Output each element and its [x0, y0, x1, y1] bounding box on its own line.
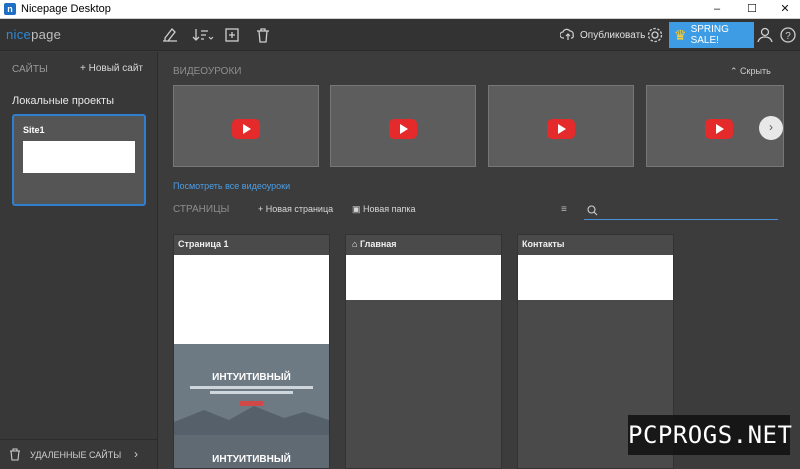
site-name: Site1: [23, 125, 45, 135]
play-icon: [389, 119, 417, 139]
hero-subtext: [210, 391, 293, 394]
pages-bar: СТРАНИЦЫ + Новая страница ▣ Новая папка …: [159, 202, 800, 222]
help-icon[interactable]: ?: [779, 26, 797, 44]
page-thumbnail: [518, 255, 673, 300]
site-thumbnail: [23, 141, 135, 173]
close-button[interactable]: ✕: [770, 0, 800, 19]
play-icon: [232, 119, 260, 139]
publish-label: Опубликовать: [580, 29, 646, 41]
site-card[interactable]: Site1: [12, 114, 146, 206]
videos-header: ВИДЕОУРОКИ: [173, 66, 242, 77]
watermark: PCPROGS.NET: [628, 415, 792, 455]
minimize-button[interactable]: –: [702, 0, 732, 19]
title-bar: n Nicepage Desktop – ☐ ✕: [0, 0, 800, 19]
search-icon: [587, 205, 598, 219]
add-page-icon[interactable]: [223, 26, 241, 44]
play-icon: [547, 119, 575, 139]
window-title: Nicepage Desktop: [21, 3, 111, 15]
maximize-button[interactable]: ☐: [737, 0, 767, 19]
new-site-button[interactable]: + Новый сайт: [80, 63, 143, 74]
folder-icon: ▣: [352, 204, 361, 214]
page-card[interactable]: ⌂ Главная: [345, 234, 502, 469]
pages-header: СТРАНИЦЫ: [173, 204, 230, 215]
local-projects-header: Локальные проекты: [12, 95, 115, 107]
hero-section: ИНТУИТИВНЫЙ: [174, 344, 329, 435]
hide-videos-button[interactable]: ⌃ Скрыть: [730, 66, 771, 77]
deleted-sites-label: УДАЛЕННЫЕ САЙТЫ: [30, 450, 122, 460]
search-input[interactable]: [584, 202, 778, 220]
svg-text:?: ?: [785, 31, 791, 42]
page-thumbnail: ИНТУИТИВНЫЙ ИНТУИТИВНЫЙ: [174, 255, 329, 468]
crown-icon: ♛: [674, 26, 687, 43]
page-thumbnail: [346, 255, 501, 300]
app-icon: n: [4, 3, 16, 15]
video-thumbnail[interactable]: [330, 85, 476, 167]
user-icon[interactable]: [756, 26, 774, 44]
trash-icon: [9, 448, 21, 464]
chevron-right-icon: ›: [134, 447, 138, 461]
all-videos-link[interactable]: Посмотреть все видеоуроки: [173, 181, 290, 191]
page-title: Контакты: [522, 239, 565, 249]
page-title: Страница 1: [178, 239, 229, 249]
new-page-button[interactable]: + Новая страница: [258, 204, 333, 214]
page-title-text: Главная: [359, 239, 397, 249]
sidebar: САЙТЫ + Новый сайт Локальные проекты Sit…: [0, 52, 158, 469]
sale-label: SPRING SALE!: [690, 24, 729, 46]
spring-sale-button[interactable]: ♛ SPRING SALE!: [669, 22, 754, 48]
hero-heading: ИНТУИТИВНЫЙ: [212, 454, 291, 465]
sites-header: САЙТЫ: [12, 64, 48, 75]
hero-section: ИНТУИТИВНЫЙ: [174, 435, 329, 468]
logo-suffix: page: [31, 27, 62, 42]
gear-icon[interactable]: [646, 26, 664, 44]
paint-brush-icon[interactable]: [161, 26, 179, 44]
video-thumbnail[interactable]: [173, 85, 319, 167]
new-folder-label: Новая папка: [363, 204, 416, 214]
sort-icon[interactable]: [192, 26, 214, 44]
deleted-sites-button[interactable]: УДАЛЕННЫЕ САЙТЫ ›: [0, 439, 158, 469]
page-card[interactable]: Страница 1 ИНТУИТИВНЫЙ ИНТУИТИВНЫЙ: [173, 234, 330, 469]
hero-subtext: [190, 386, 313, 389]
page-title: ⌂ Главная: [352, 239, 397, 249]
play-icon: [705, 119, 733, 139]
cloud-upload-icon: [559, 27, 576, 44]
video-thumbnail[interactable]: [488, 85, 634, 167]
trash-icon[interactable]: [254, 26, 272, 44]
publish-button[interactable]: Опубликовать: [559, 26, 646, 44]
main-content: ВИДЕОУРОКИ ⌃ Скрыть › Посмотреть все вид…: [159, 52, 800, 469]
home-icon: ⌂: [352, 239, 358, 249]
logo-main: nice: [6, 27, 32, 42]
new-folder-button[interactable]: ▣ Новая папка: [352, 204, 416, 215]
sort-icon[interactable]: ≡: [561, 204, 567, 215]
hero-heading: ИНТУИТИВНЫЙ: [212, 372, 291, 383]
next-videos-button[interactable]: ›: [759, 116, 783, 140]
nicepage-logo: nicepage: [6, 27, 61, 42]
